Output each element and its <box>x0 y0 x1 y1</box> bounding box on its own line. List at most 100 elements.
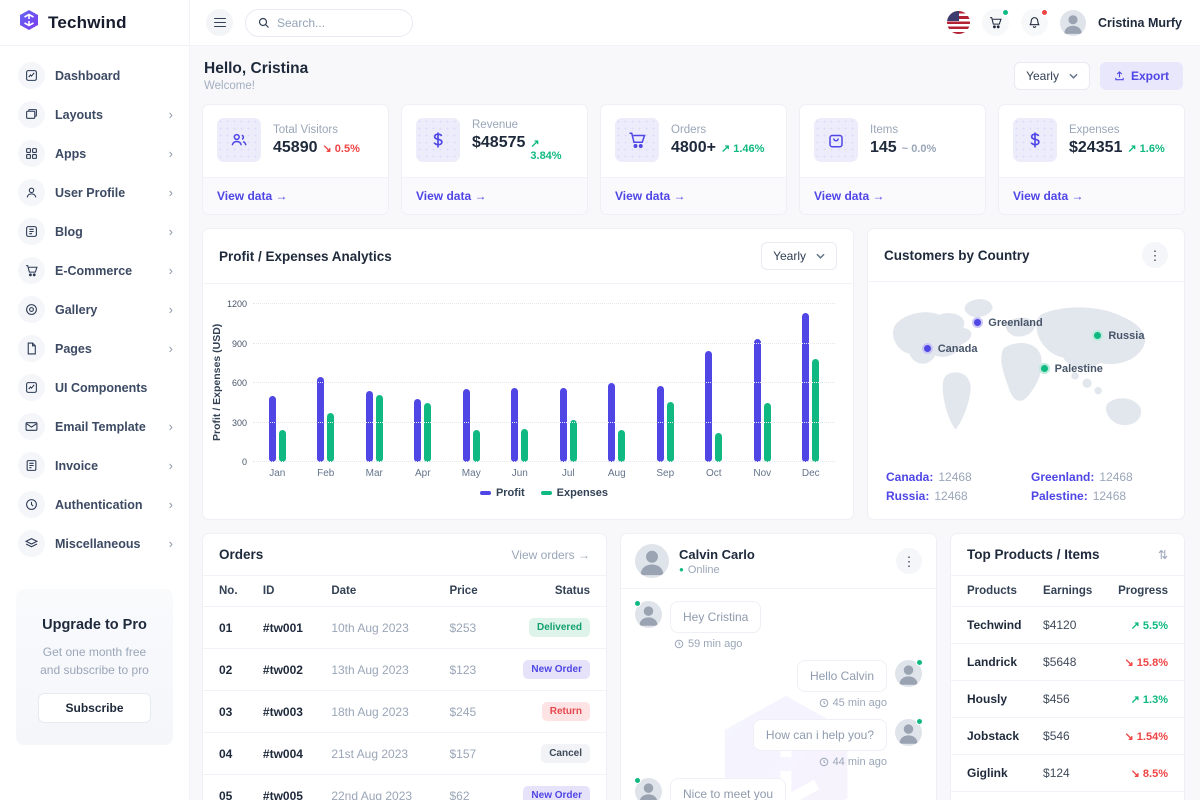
trend-badge: 3.84% <box>530 137 573 162</box>
bar-profit-jan[interactable] <box>269 396 276 462</box>
progress-value: 5.5% <box>1131 620 1168 632</box>
bar-profit-apr[interactable] <box>414 399 421 462</box>
product-row[interactable]: Hously$456 1.3% <box>951 681 1184 718</box>
sidebar-item-dashboard[interactable]: Dashboard <box>0 56 189 95</box>
bar-profit-nov[interactable] <box>754 339 761 462</box>
map-marker-russia[interactable]: Russia <box>1092 330 1144 342</box>
subscribe-button[interactable]: Subscribe <box>38 693 150 723</box>
bar-expenses-jul[interactable] <box>570 420 577 462</box>
order-row[interactable]: 03#tw003 18th Aug 2023$245 Return <box>203 691 606 733</box>
product-row[interactable]: Techwind$4120 5.5% <box>951 607 1184 644</box>
sidebar-item-apps[interactable]: Apps › <box>0 134 189 173</box>
language-flag-icon[interactable] <box>947 11 970 34</box>
product-row[interactable]: Jobstack$546 1.54% <box>951 718 1184 755</box>
bar-expenses-dec[interactable] <box>812 359 819 462</box>
trend-badge: 0.5% <box>323 142 360 155</box>
view-data-link[interactable]: View data → <box>217 189 287 203</box>
bar-expenses-may[interactable] <box>473 430 480 462</box>
order-row[interactable]: 04#tw004 21st Aug 2023$157 Cancel <box>203 733 606 775</box>
sidebar-item-blog[interactable]: Blog › <box>0 212 189 251</box>
bar-expenses-sep[interactable] <box>667 402 674 462</box>
sidebar-item-miscellaneous[interactable]: Miscellaneous › <box>0 524 189 563</box>
country-stats: Canada12468 Greenland12468 Russia12468 P… <box>868 466 1184 519</box>
sidebar-item-gallery[interactable]: Gallery › <box>0 290 189 329</box>
bar-profit-may[interactable] <box>463 389 470 462</box>
sidebar-item-authentication[interactable]: Authentication › <box>0 485 189 524</box>
sidebar-item-user-profile[interactable]: User Profile › <box>0 173 189 212</box>
y-tick-label: 600 <box>232 378 247 388</box>
y-tick-label: 300 <box>232 418 247 428</box>
order-row[interactable]: 05#tw005 22nd Aug 2023$62 New Order <box>203 775 606 800</box>
bar-profit-mar[interactable] <box>366 391 373 462</box>
page-title: Hello, Cristina <box>204 60 308 78</box>
view-data-link[interactable]: View data → <box>814 189 884 203</box>
map-marker-greenland[interactable]: Greenland <box>972 317 1042 329</box>
x-axis-labels: JanFebMarAprMayJunJulAugSepOctNovDec <box>253 468 835 479</box>
bar-profit-feb[interactable] <box>317 377 324 462</box>
sidebar-item-invoice[interactable]: Invoice › <box>0 446 189 485</box>
chat-menu-button[interactable]: ⋮ <box>896 548 922 574</box>
view-orders-link[interactable]: View orders → <box>512 548 590 562</box>
sidebar-item-email-template[interactable]: Email Template › <box>0 407 189 446</box>
chart-line-icon <box>18 374 45 401</box>
view-data-link[interactable]: View data → <box>416 189 486 203</box>
cart-button[interactable] <box>982 9 1009 36</box>
invoice-icon <box>18 452 45 479</box>
cart-icon <box>18 257 45 284</box>
map-marker-canada[interactable]: Canada <box>922 343 978 355</box>
sidebar-item-layouts[interactable]: Layouts › <box>0 95 189 134</box>
chart-period-select[interactable]: Yearly <box>761 242 837 270</box>
dollar-icon <box>1013 118 1057 162</box>
stat-card-items: Items 145 0.0% View data → <box>799 104 986 215</box>
order-row[interactable]: 01#tw001 10th Aug 2023$253 Delivered <box>203 607 606 649</box>
sort-icon[interactable]: ⇅ <box>1158 548 1168 562</box>
progress-value: 1.54% <box>1125 731 1168 743</box>
sidebar-item-pages[interactable]: Pages › <box>0 329 189 368</box>
products-title: Top Products / Items <box>967 547 1100 562</box>
map-marker-palestine[interactable]: Palestine <box>1039 363 1103 375</box>
order-row[interactable]: 02#tw002 13th Aug 2023$123 New Order <box>203 649 606 691</box>
chat-contact-avatar[interactable] <box>635 544 669 578</box>
dashboard-page: Techwind Cristina Murfy <box>0 0 1200 800</box>
search-box[interactable] <box>245 9 413 37</box>
brand[interactable]: Techwind <box>0 0 190 45</box>
bar-group-may <box>447 304 496 462</box>
legend-item-profit[interactable]: Profit <box>480 487 525 499</box>
bar-profit-jun[interactable] <box>511 388 518 462</box>
bar-profit-sep[interactable] <box>657 386 664 462</box>
bar-profit-dec[interactable] <box>802 313 809 462</box>
upgrade-description: Get one month free and subscribe to pro <box>34 643 155 679</box>
view-data-link[interactable]: View data → <box>1013 189 1083 203</box>
bar-expenses-nov[interactable] <box>764 403 771 462</box>
trend-badge: 1.46% <box>721 142 764 155</box>
map-menu-button[interactable]: ⋮ <box>1142 242 1168 268</box>
export-button[interactable]: Export <box>1100 62 1183 90</box>
bar-expenses-apr[interactable] <box>424 403 431 462</box>
gridline <box>253 422 835 423</box>
product-row[interactable]: Landrick$5648 15.8% <box>951 644 1184 681</box>
sidebar-item-ui-components[interactable]: UI Components <box>0 368 189 407</box>
bar-expenses-mar[interactable] <box>376 395 383 462</box>
user-avatar[interactable] <box>1060 10 1086 36</box>
cart-badge <box>1002 9 1009 16</box>
bar-profit-aug[interactable] <box>608 383 615 462</box>
user-name[interactable]: Cristina Murfy <box>1098 16 1182 30</box>
bar-expenses-jan[interactable] <box>279 430 286 462</box>
view-data-link[interactable]: View data → <box>615 189 685 203</box>
legend-item-expenses[interactable]: Expenses <box>541 487 608 499</box>
marker-dot-icon <box>922 343 933 354</box>
bag-icon <box>814 118 858 162</box>
search-input[interactable] <box>277 16 387 30</box>
bar-expenses-aug[interactable] <box>618 430 625 462</box>
x-tick-label: Feb <box>302 468 351 479</box>
menu-toggle-button[interactable] <box>206 9 233 36</box>
bar-expenses-jun[interactable] <box>521 429 528 462</box>
bar-profit-oct[interactable] <box>705 351 712 462</box>
product-row[interactable]: Giglink$124 8.5% <box>951 755 1184 792</box>
gridline <box>253 461 835 462</box>
bar-profit-jul[interactable] <box>560 388 567 462</box>
notifications-button[interactable] <box>1021 9 1048 36</box>
bar-expenses-oct[interactable] <box>715 433 722 462</box>
sidebar-item-ecommerce[interactable]: E-Commerce › <box>0 251 189 290</box>
period-select[interactable]: Yearly <box>1014 62 1090 90</box>
